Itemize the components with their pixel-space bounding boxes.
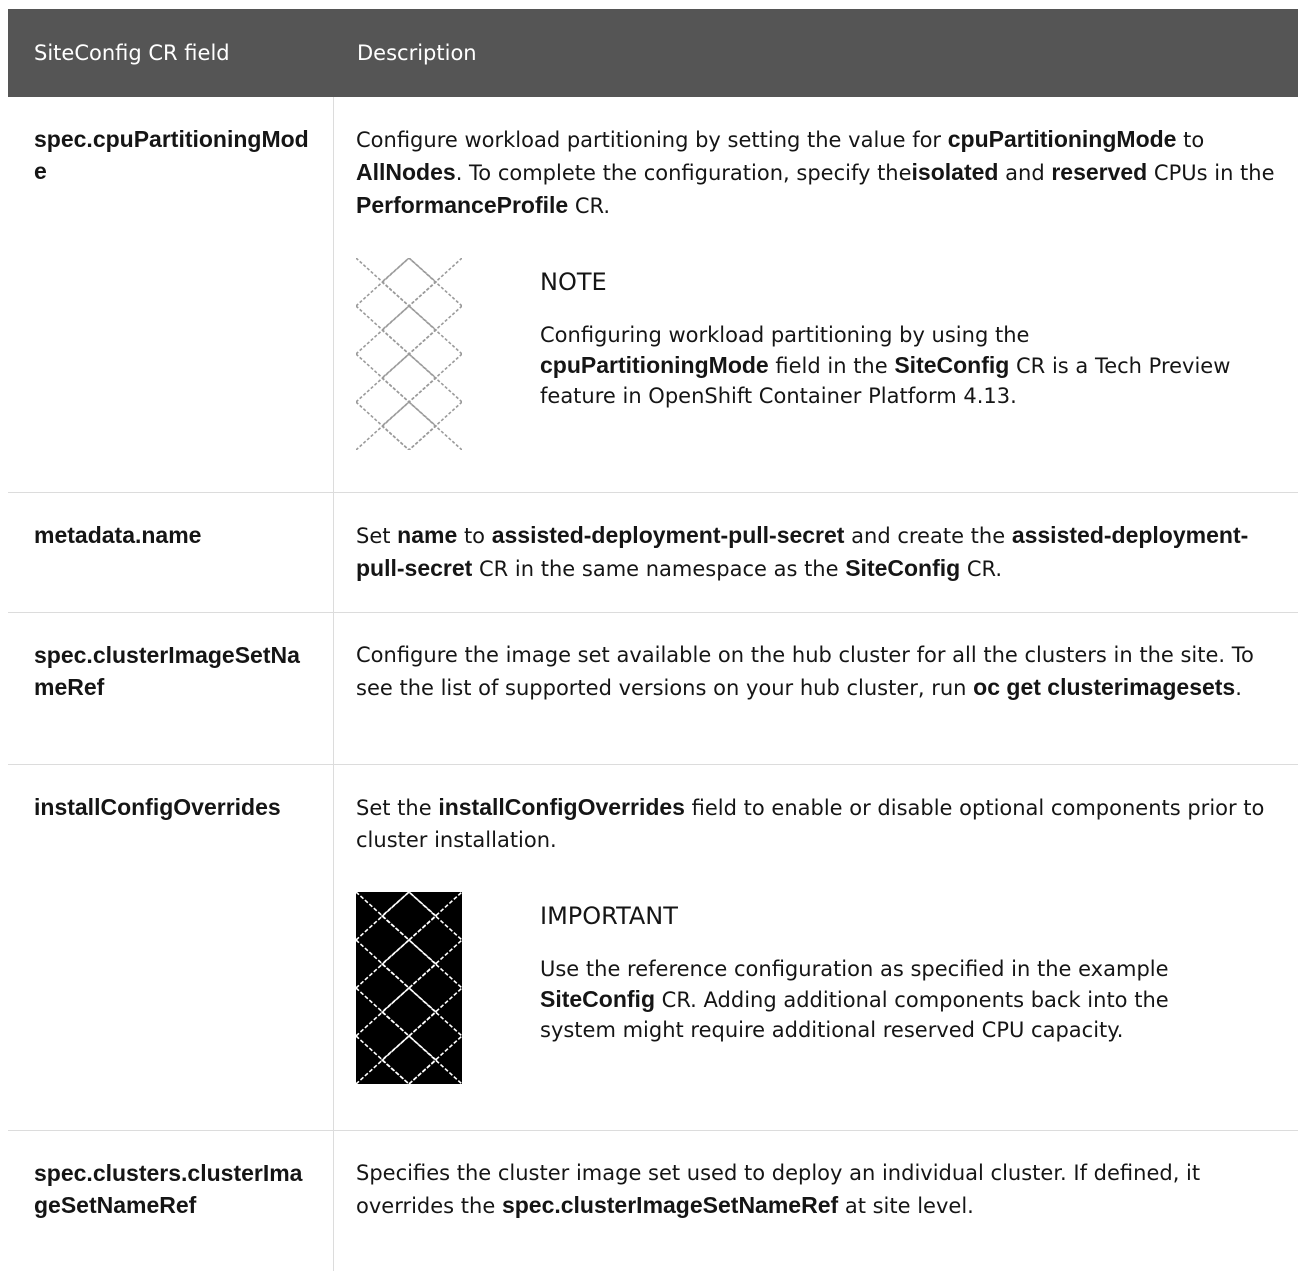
text-run: to [1176,128,1205,152]
text-run: Configure workload partitioning by setti… [356,128,948,152]
bold-term: name [397,522,458,548]
description-text: Configure the image set available on the… [356,639,1283,704]
bold-term: oc get clusterimagesets [973,674,1236,700]
field-description: Configure workload partitioning by setti… [334,97,1297,492]
text-run: . [1235,676,1242,700]
bold-term: cpuPartitioningMode [540,352,769,378]
bold-term: SiteConfig [540,986,655,1012]
field-name: spec.cpuPartitioningMode [8,97,334,492]
field-name: installConfigOverrides [8,765,334,1130]
field-name: spec.clusterImageSetNameRef [8,613,334,764]
bold-term: SiteConfig [894,352,1010,378]
field-description: Set the installConfigOverrides field to … [334,765,1297,1130]
admonition-text: Use the reference configuration as speci… [540,954,1240,1045]
bold-term: installConfigOverrides [438,794,685,820]
text-run: CR. [568,194,611,218]
table-header: SiteConfig CR field Description [8,9,1298,97]
text-run: CR. [960,557,1003,581]
table-row: spec.cpuPartitioningMode Configure workl… [8,97,1298,493]
bold-term: isolated [911,159,999,185]
text-run: to [457,524,492,548]
text-run: and [998,161,1052,185]
field-description: Set name to assisted-deployment-pull-sec… [334,493,1297,612]
note-admonition: NOTE Configuring workload partitioning b… [356,252,1283,450]
column-header-description: Description [357,41,477,65]
description-text: Specifies the cluster image set used to … [356,1157,1283,1222]
column-header-field: SiteConfig CR field [34,41,230,65]
text-run: Set [356,524,398,548]
admonition-text: Configuring workload partitioning by usi… [540,320,1240,411]
text-run: Set the [356,796,439,820]
table-row: spec.clusters.clusterImageSetNameRef Spe… [8,1131,1298,1271]
field-description: Configure the image set available on the… [334,613,1297,764]
text-run: Use the reference configuration as speci… [540,957,1169,981]
important-admonition: IMPORTANT Use the reference configuratio… [356,886,1283,1084]
text-run: Configuring workload partitioning by usi… [540,323,1030,347]
field-name: metadata.name [8,493,334,612]
description-text: Configure workload partitioning by setti… [356,123,1283,222]
table-row: metadata.name Set name to assisted-deplo… [8,493,1298,613]
note-icon [356,258,462,450]
table-row: installConfigOverrides Set the installCo… [8,765,1298,1131]
field-description: Specifies the cluster image set used to … [334,1131,1297,1271]
table-row: spec.clusterImageSetNameRef Configure th… [8,613,1298,765]
text-run: . To complete the configuration, specify… [455,161,912,185]
bold-term: reserved [1051,159,1148,185]
text-run: CR in the same namespace as the [472,557,846,581]
text-run: CPUs in the [1147,161,1275,185]
description-text: Set name to assisted-deployment-pull-sec… [356,519,1283,585]
bold-term: AllNodes [356,159,456,185]
description-text: Set the installConfigOverrides field to … [356,791,1283,856]
text-run: field in the [768,354,895,378]
field-name: spec.clusters.clusterImageSetNameRef [8,1131,334,1271]
text-run: and create the [844,524,1012,548]
bold-term: SiteConfig [845,555,961,581]
important-icon [356,892,462,1084]
bold-term: PerformanceProfile [356,192,569,218]
bold-term: assisted-deployment-pull-secret [491,522,845,548]
admonition-title: NOTE [540,268,607,296]
text-run: at site level. [838,1194,974,1218]
bold-term: cpuPartitioningMode [947,126,1177,152]
fields-table: SiteConfig CR field Description spec.cpu… [8,9,1298,1271]
admonition-title: IMPORTANT [540,902,678,930]
bold-term: spec.clusterImageSetNameRef [501,1192,839,1218]
